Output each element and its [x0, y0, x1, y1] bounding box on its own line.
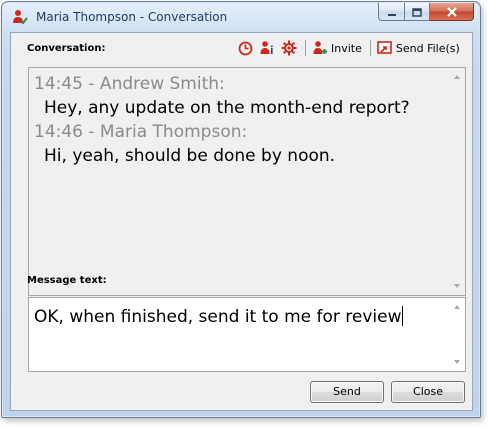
conversation-toolbar: Invite Send File(s) [237, 39, 460, 57]
maximize-icon [412, 2, 422, 21]
send-button[interactable]: Send [310, 381, 384, 403]
scroll-down-icon[interactable] [454, 284, 460, 288]
send-files-button[interactable]: Send File(s) [377, 40, 460, 56]
toolbar-separator [305, 40, 306, 56]
toolbar-separator [369, 40, 371, 56]
message-list: 14:45 - Andrew Smith: Hey, any update on… [34, 72, 410, 168]
message-scrollbar[interactable] [448, 298, 465, 371]
clock-icon[interactable] [237, 40, 253, 56]
title-bar[interactable]: Maria Thompson - Conversation [2, 2, 480, 32]
text-caret [401, 306, 403, 326]
message-input-text: OK, when finished, send it to me for rev… [34, 307, 402, 327]
gear-icon[interactable] [281, 40, 297, 56]
message-header: 14:45 - Andrew Smith: [34, 74, 225, 94]
invite-label: Invite [331, 41, 362, 55]
user-icon [12, 9, 28, 25]
caption-buttons [378, 3, 474, 21]
conversation-history[interactable]: 14:45 - Andrew Smith: Hey, any update on… [28, 67, 466, 296]
send-files-label: Send File(s) [395, 41, 460, 55]
scroll-up-icon[interactable] [454, 75, 460, 79]
scroll-up-icon[interactable] [454, 305, 460, 309]
user-info-icon[interactable] [259, 40, 275, 56]
message-text: Hey, any update on the month-end report? [44, 98, 410, 118]
message-input[interactable]: OK, when finished, send it to me for rev… [28, 297, 466, 372]
close-button[interactable]: Close [391, 381, 465, 403]
message-text-label: Message text: [27, 275, 107, 286]
dialog-client-area: Conversation: Invite Send File(s) 14:45 … [10, 32, 473, 411]
send-file-icon [377, 40, 393, 56]
add-user-icon [312, 40, 328, 56]
message-header: 14:46 - Maria Thompson: [34, 122, 248, 142]
conversation-scrollbar[interactable] [448, 68, 465, 295]
invite-button[interactable]: Invite [312, 40, 362, 56]
close-icon [446, 2, 458, 21]
conversation-window: Maria Thompson - Conversation Conversati… [1, 1, 481, 418]
maximize-button[interactable] [405, 3, 430, 21]
minimize-button[interactable] [378, 3, 405, 21]
scroll-down-icon[interactable] [454, 360, 460, 364]
window-title: Maria Thompson - Conversation [36, 10, 228, 24]
minimize-icon [387, 2, 397, 21]
conversation-label: Conversation: [27, 43, 106, 54]
message-text: Hi, yeah, should be done by noon. [44, 146, 336, 166]
close-window-button[interactable] [430, 3, 474, 21]
